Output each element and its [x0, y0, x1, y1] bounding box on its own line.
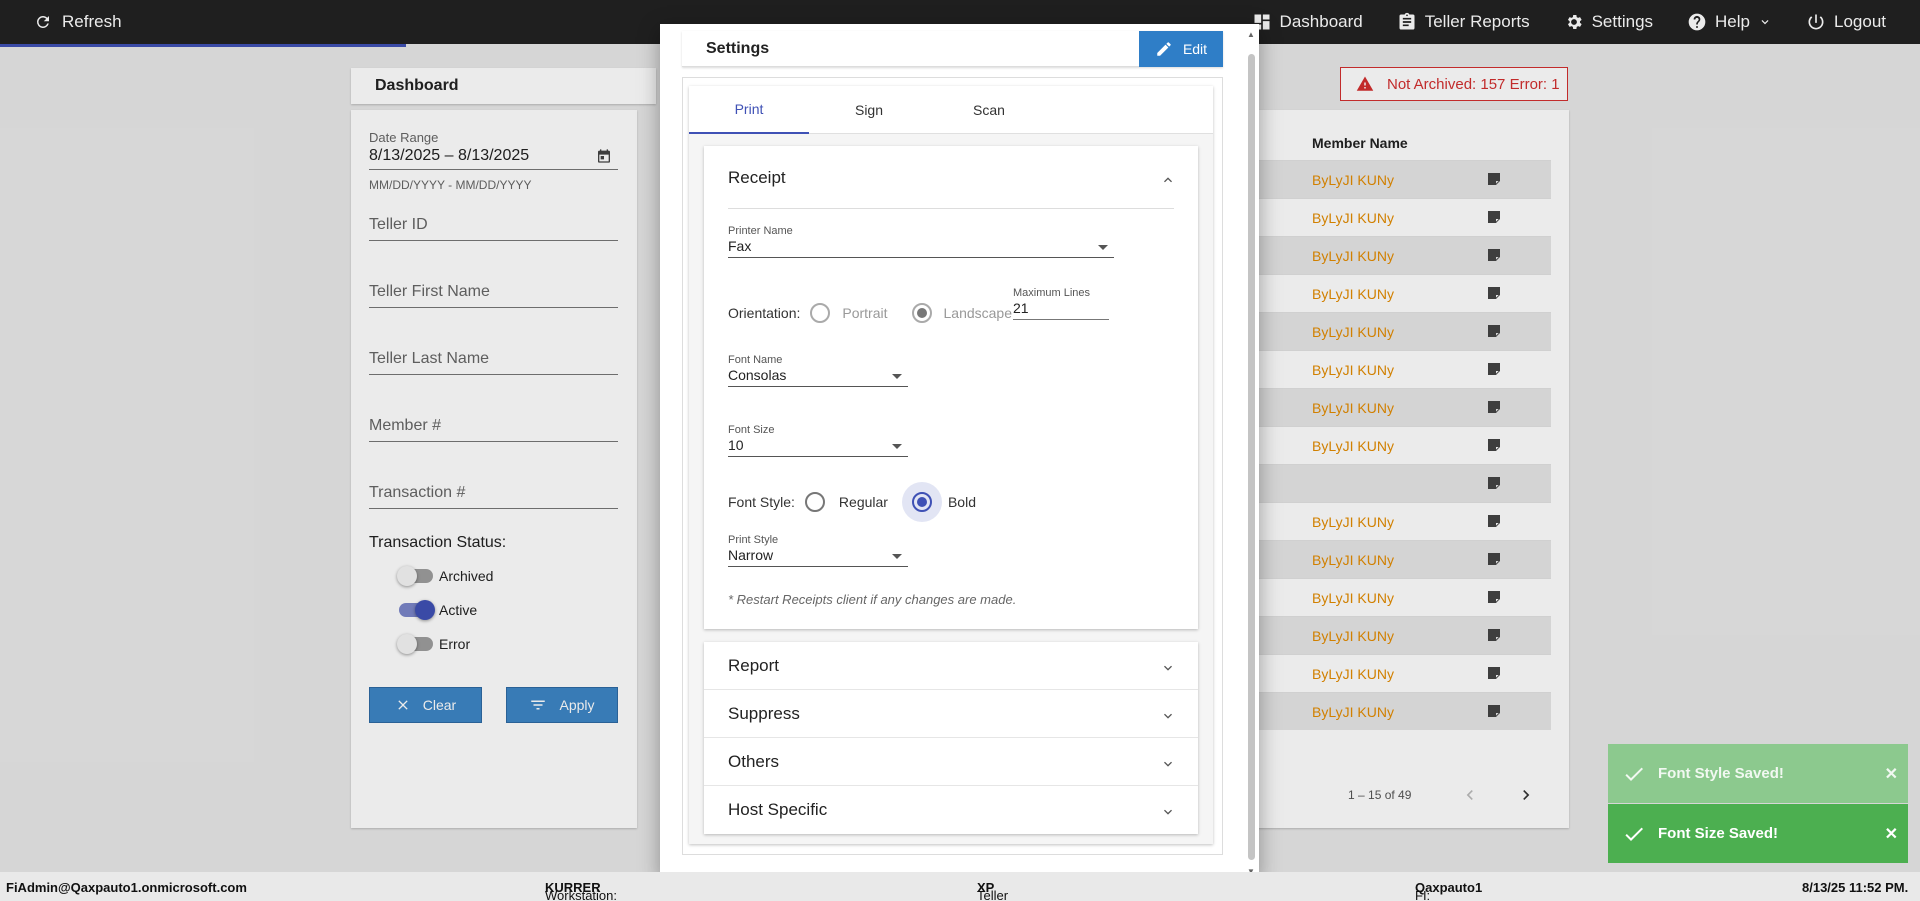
tab-sign[interactable]: Sign [809, 86, 929, 134]
toast-font-size-saved: Font Size Saved! ✕ [1608, 804, 1908, 863]
settings-tabs: Print Sign Scan [689, 86, 1213, 134]
maximum-lines-value: 21 [1013, 300, 1029, 316]
portrait-radio[interactable] [810, 303, 831, 323]
regular-radio[interactable] [804, 492, 825, 512]
dropdown-arrow-icon [892, 554, 902, 559]
accordion-host-specific-label: Host Specific [728, 800, 828, 819]
maximum-lines-input[interactable]: Maximum Lines 21 [1013, 287, 1109, 320]
pencil-icon [1157, 42, 1171, 56]
font-size-select[interactable]: Font Size 10 [728, 424, 908, 457]
portrait-label: Portrait [842, 305, 888, 321]
font-name-label: Font Name [728, 354, 783, 366]
chevron-down-icon [1164, 761, 1172, 767]
font-size-value: 10 [728, 437, 744, 453]
font-size-label: Font Size [728, 424, 775, 436]
accordion-report[interactable]: Report [704, 642, 1198, 690]
regular-label: Regular [838, 494, 888, 510]
settings-card: Print Sign Scan Receipt Printer Name Fax… [689, 86, 1213, 844]
status-bar: FiAdmin@Qaxpauto1.onmicrosoft.com Workst… [0, 872, 1920, 901]
status-fi-label: FI: [1415, 888, 1431, 901]
bold-radio[interactable] [911, 492, 932, 512]
settings-dialog: Settings Edit Print Sign Scan Receipt Pr… [660, 24, 1259, 877]
printer-name-select[interactable]: Printer Name Fax [728, 225, 1114, 258]
close-icon[interactable]: ✕ [1885, 824, 1898, 844]
tab-print[interactable]: Print [689, 86, 809, 134]
font-style-row: Font Style: Regular Bold [728, 482, 976, 522]
accordion-host-specific[interactable]: Host Specific [704, 786, 1198, 834]
font-style-label: Font Style: [728, 494, 795, 510]
chevron-down-icon [1164, 809, 1172, 815]
status-user: FiAdmin@Qaxpauto1.onmicrosoft.com [6, 880, 247, 895]
chevron-down-icon [1164, 665, 1172, 671]
printer-name-label: Printer Name [728, 225, 793, 237]
font-name-value: Consolas [728, 367, 787, 383]
check-icon [1625, 827, 1643, 841]
dropdown-arrow-icon [1098, 245, 1108, 250]
dropdown-arrow-icon [892, 444, 902, 449]
accordion-suppress-label: Suppress [728, 703, 800, 723]
landscape-radio[interactable] [911, 303, 932, 323]
print-style-value: Narrow [728, 547, 774, 563]
settings-accordion: Report Suppress Others Host Specific [704, 642, 1198, 834]
receipt-title[interactable]: Receipt [728, 168, 786, 188]
print-style-label: Print Style [728, 534, 779, 546]
edit-button[interactable]: Edit [1139, 31, 1223, 67]
landscape-label: Landscape [943, 305, 1013, 321]
toast-font-style-saved: Font Style Saved! ✕ [1608, 744, 1908, 803]
check-icon [1625, 767, 1643, 781]
status-workstation-label: Workstation: [545, 888, 618, 901]
edit-label: Edit [1182, 41, 1208, 57]
tab-scan[interactable]: Scan [929, 86, 1049, 134]
toast-font-style-text: Font Style Saved! [1658, 765, 1784, 782]
orientation-label: Orientation: [728, 305, 801, 321]
settings-dialog-title: Settings [706, 39, 770, 57]
chevron-down-icon [1164, 713, 1172, 719]
receipt-section: Receipt Printer Name Fax Orientation: Po… [704, 146, 1198, 629]
print-style-select[interactable]: Print Style Narrow [728, 534, 908, 567]
maximum-lines-label: Maximum Lines [1013, 287, 1091, 299]
status-platform-label: Teller Platform: [977, 888, 1009, 901]
bold-label: Bold [947, 494, 976, 510]
dialog-scrollbar[interactable]: ▲ ▼ [1246, 30, 1256, 876]
restart-note: * Restart Receipts client if any changes… [728, 592, 1017, 607]
chevron-up-icon[interactable] [1160, 172, 1176, 188]
accordion-others[interactable]: Others [704, 738, 1198, 786]
printer-name-value: Fax [728, 238, 752, 254]
orientation-row: Orientation: Portrait Landscape [728, 303, 1012, 323]
status-datetime: 8/13/25 11:52 PM. [1802, 880, 1909, 895]
receipt-divider [728, 208, 1174, 209]
scroll-up-arrow-icon[interactable]: ▲ [1247, 30, 1255, 39]
dropdown-arrow-icon [892, 374, 902, 379]
settings-dialog-header: Settings Edit [682, 31, 1223, 67]
bold-radio-focus[interactable] [901, 482, 942, 522]
close-icon[interactable]: ✕ [1885, 764, 1898, 784]
toast-font-size-text: Font Size Saved! [1658, 825, 1779, 842]
accordion-report-label: Report [728, 655, 780, 675]
accordion-others-label: Others [728, 751, 780, 771]
font-name-select[interactable]: Font Name Consolas [728, 354, 908, 387]
scrollbar-thumb[interactable] [1248, 54, 1255, 860]
accordion-suppress[interactable]: Suppress [704, 690, 1198, 738]
